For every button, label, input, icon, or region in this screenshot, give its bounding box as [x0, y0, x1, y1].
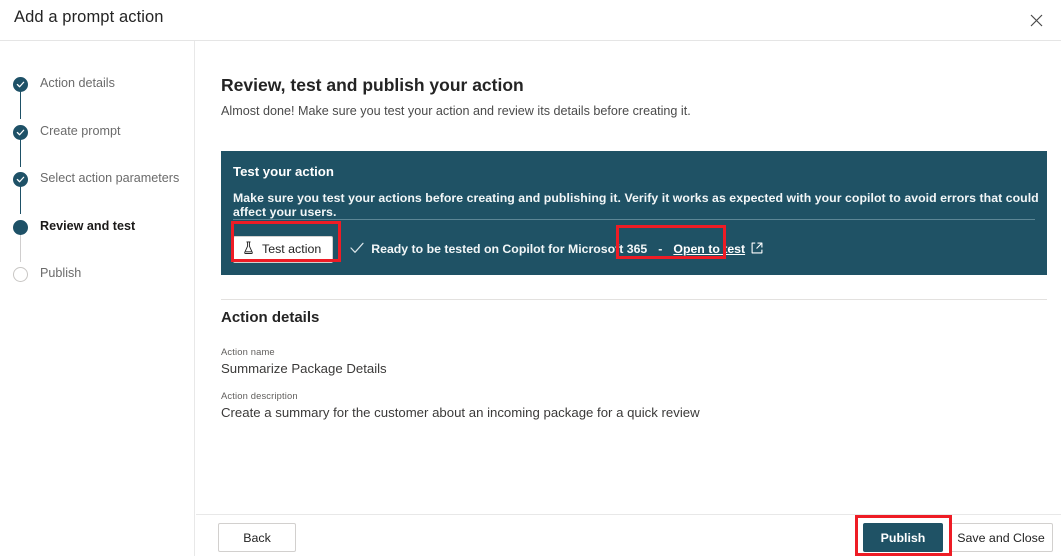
step-marker [10, 72, 30, 92]
close-icon [1030, 14, 1043, 27]
step-pending-icon [13, 267, 28, 282]
sidebar-step-label: Action details [30, 72, 115, 90]
close-button[interactable] [1017, 2, 1055, 38]
action-details-heading: Action details [221, 309, 319, 326]
action-name-field: Action name Summarize Package Details [221, 346, 387, 376]
step-marker [10, 167, 30, 187]
step-connector [20, 139, 21, 167]
publish-button[interactable]: Publish [863, 523, 943, 552]
open-to-test-label: Open to test [673, 242, 745, 256]
action-name-value: Summarize Package Details [221, 361, 387, 376]
banner-description: Make sure you test your actions before c… [233, 191, 1047, 219]
action-description-field: Action description Create a summary for … [221, 390, 700, 420]
sidebar-step-select-action-parameters[interactable]: Select action parameters [10, 167, 190, 215]
main-content: Review, test and publish your action Alm… [196, 41, 1061, 556]
wizard-sidebar: Action details Create prompt [0, 41, 195, 556]
test-status: Ready to be tested on Copilot for Micros… [350, 242, 763, 257]
test-action-banner: Test your action Make sure you test your… [221, 151, 1047, 275]
banner-actions: Test action Ready to be tested on Copilo… [233, 231, 763, 267]
open-to-test-link[interactable]: Open to test [673, 242, 763, 257]
action-name-label: Action name [221, 346, 387, 357]
sidebar-step-action-details[interactable]: Action details [10, 72, 190, 120]
step-connector [20, 186, 21, 214]
test-action-button-label: Test action [262, 242, 321, 256]
step-marker [10, 215, 30, 235]
back-button[interactable]: Back [218, 523, 296, 552]
step-marker [10, 262, 30, 282]
page-title: Review, test and publish your action [221, 75, 524, 96]
banner-title: Test your action [233, 164, 334, 179]
banner-divider [233, 219, 1035, 220]
checkmark-icon [350, 242, 364, 257]
sidebar-step-label: Create prompt [30, 120, 121, 138]
status-separator: - [658, 242, 662, 256]
step-connector [20, 234, 21, 262]
section-divider [221, 299, 1047, 300]
dialog-title: Add a prompt action [14, 8, 164, 27]
step-completed-icon [13, 172, 28, 187]
flask-icon [242, 241, 255, 258]
sidebar-step-label: Publish [30, 262, 81, 280]
sidebar-step-create-prompt[interactable]: Create prompt [10, 120, 190, 168]
step-active-icon [13, 220, 28, 235]
test-status-text: Ready to be tested on Copilot for Micros… [371, 242, 647, 256]
step-connector [20, 91, 21, 119]
external-link-icon [751, 242, 763, 257]
dialog-titlebar: Add a prompt action [0, 0, 1061, 41]
footer-divider [196, 514, 1061, 515]
sidebar-step-label: Select action parameters [30, 167, 179, 185]
step-marker [10, 120, 30, 140]
sidebar-step-review-and-test[interactable]: Review and test [10, 215, 190, 263]
wizard-steps: Action details Create prompt [10, 72, 190, 310]
sidebar-step-publish[interactable]: Publish [10, 262, 190, 310]
test-action-button[interactable]: Test action [233, 236, 333, 263]
page-subtitle: Almost done! Make sure you test your act… [221, 104, 691, 118]
sidebar-step-label: Review and test [30, 215, 135, 233]
action-description-value: Create a summary for the customer about … [221, 405, 700, 420]
step-completed-icon [13, 77, 28, 92]
step-completed-icon [13, 125, 28, 140]
save-and-close-button[interactable]: Save and Close [949, 523, 1053, 552]
action-description-label: Action description [221, 390, 700, 401]
